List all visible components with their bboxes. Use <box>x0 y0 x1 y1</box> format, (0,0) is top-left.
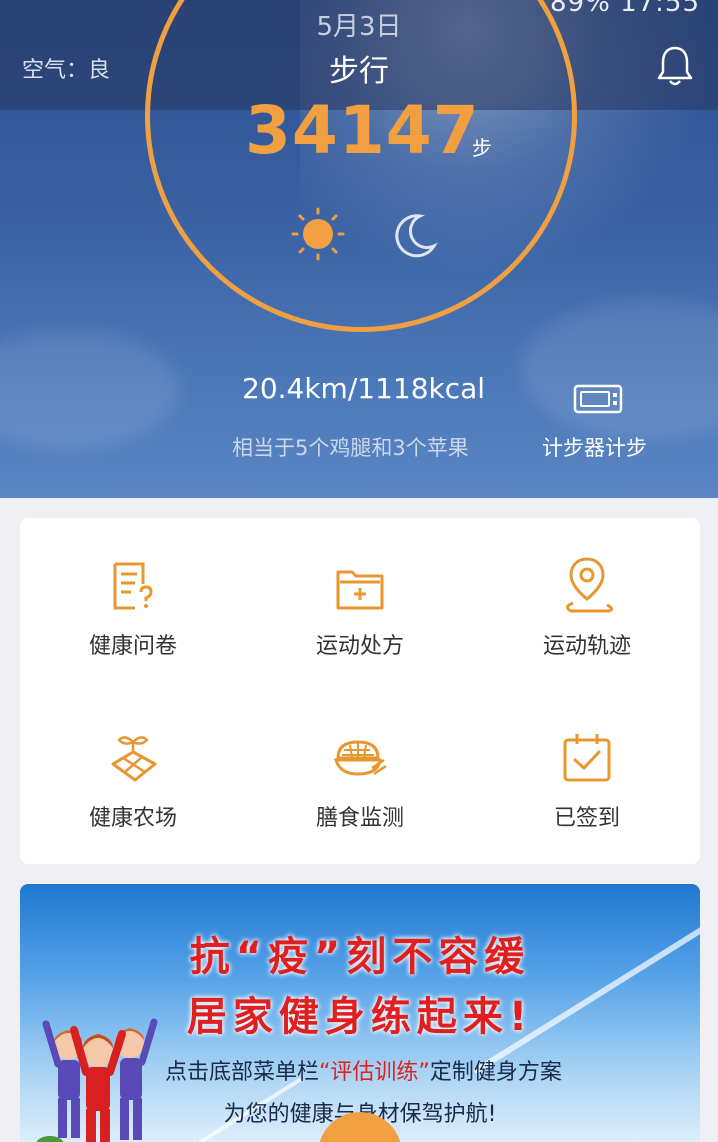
bowl-chopsticks-icon <box>334 740 387 776</box>
feature-label: 健康问卷 <box>88 634 177 659</box>
feature-label: 膳食监测 <box>315 806 404 831</box>
feature-health-farm[interactable]: 健康农场 <box>20 690 246 860</box>
feature-label: 已签到 <box>553 806 620 831</box>
location-pin-icon <box>566 557 614 613</box>
step-count: 34147 <box>245 92 480 169</box>
hero-panel: 89% 17:55 空气：良 5月3日 步行 34147 步 20.4km/11… <box>0 0 718 498</box>
feature-label: 健康农场 <box>88 806 177 831</box>
cloud <box>0 330 180 450</box>
banner-headline: 抗“疫”刻不容缓 <box>189 934 531 980</box>
food-equivalent: 相当于5个鸡腿和3个苹果 <box>232 436 469 460</box>
feature-grid: 健康问卷 运动处方 运动轨迹 健康农场 膳食监测 已签到 <box>20 518 700 864</box>
cloud <box>520 300 718 440</box>
calendar-check-icon <box>563 734 611 782</box>
sun-icon[interactable] <box>290 206 346 262</box>
feature-health-questionnaire[interactable]: 健康问卷 <box>20 518 246 688</box>
feature-exercise-prescription[interactable]: 运动处方 <box>247 518 473 688</box>
promo-banner[interactable]: 抗“疫”刻不容缓 居家健身练起来! 点击底部菜单栏“评估训练”定制健身方案 为您… <box>20 884 700 1142</box>
step-unit: 步 <box>472 136 492 160</box>
folder-plus-icon <box>336 570 384 610</box>
feature-label: 运动轨迹 <box>542 634 631 659</box>
feature-diet-monitoring[interactable]: 膳食监测 <box>247 690 473 860</box>
banner-instruction-highlight: “评估训练” <box>319 1060 430 1085</box>
questionnaire-icon <box>113 562 153 610</box>
exercising-people-illustration <box>36 1018 158 1142</box>
feature-exercise-track[interactable]: 运动轨迹 <box>474 518 700 688</box>
farm-plant-icon <box>111 736 157 782</box>
banner-instruction-prefix: 点击底部菜单栏 <box>165 1060 320 1085</box>
banner-instruction-suffix: 定制健身方案 <box>429 1060 562 1085</box>
distance-calories: 20.4km/1118kcal <box>242 372 486 405</box>
pedometer-icon[interactable] <box>573 384 623 414</box>
mode-label[interactable]: 步行 <box>0 46 718 90</box>
date-label: 5月3日 <box>316 12 402 42</box>
pedometer-label[interactable]: 计步器计步 <box>542 432 647 462</box>
feature-signed-in[interactable]: 已签到 <box>474 690 700 860</box>
banner-instruction: 点击底部菜单栏“评估训练”定制健身方案 <box>165 1054 562 1086</box>
feature-label: 运动处方 <box>315 634 404 659</box>
moon-icon[interactable] <box>390 210 440 260</box>
